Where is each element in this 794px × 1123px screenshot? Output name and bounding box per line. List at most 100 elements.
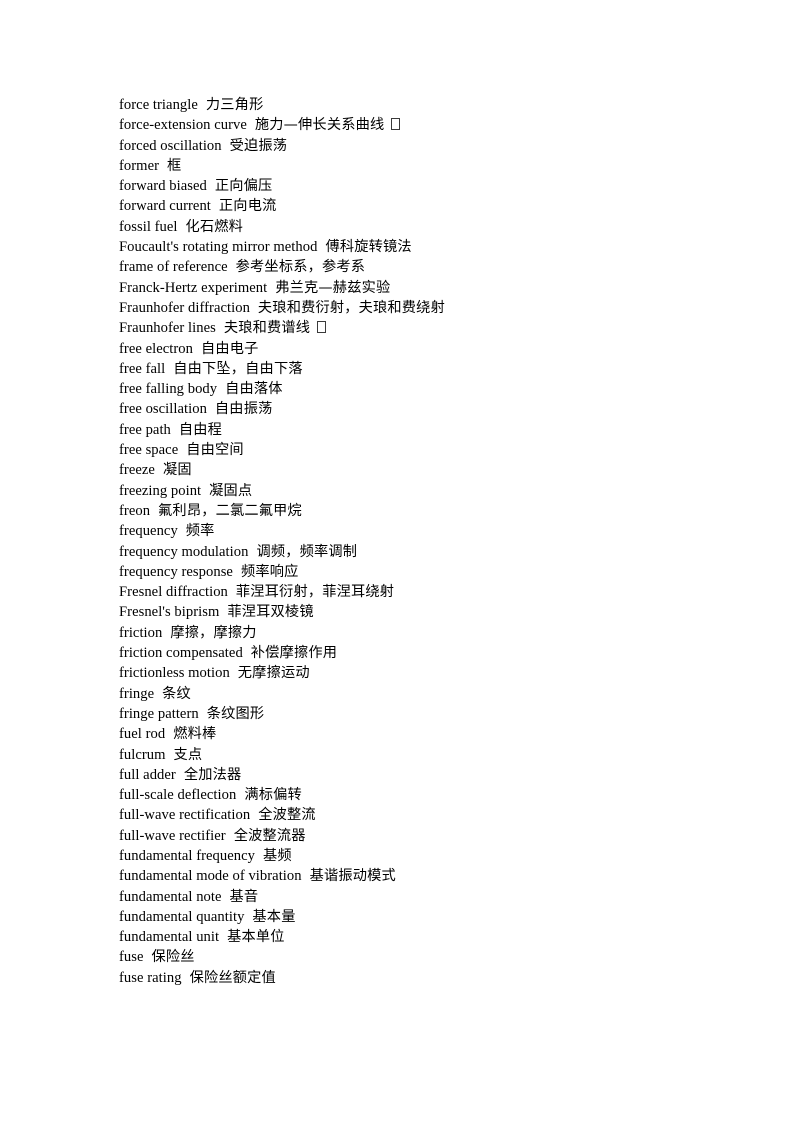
glossary-entry: friction 摩擦，摩擦力	[119, 623, 739, 643]
entry-term: free fall	[119, 360, 166, 377]
glossary-entry: free oscillation 自由振荡	[119, 399, 739, 419]
entry-translation: 菲涅耳双棱镜	[227, 604, 314, 621]
entry-term: full-scale deflection	[119, 787, 237, 804]
glossary-entry: fuse 保险丝	[119, 947, 739, 967]
glossary-entry: free path 自由程	[119, 420, 739, 440]
entry-translation: 基本单位	[227, 929, 285, 946]
glossary-entry: forward current 正向电流	[119, 196, 739, 216]
missing-glyph-box-icon	[391, 118, 401, 131]
glossary-entry: Fresnel diffraction 菲涅耳衍射，菲涅耳绕射	[119, 582, 739, 602]
glossary-entry: forced oscillation 受迫振荡	[119, 136, 739, 156]
glossary-entry: full-wave rectifier 全波整流器	[119, 826, 739, 846]
entry-term: fundamental unit	[119, 929, 220, 946]
entry-translation: 夫琅和费衍射，夫琅和费绕射	[257, 299, 445, 316]
glossary-entry: Franck-Hertz experiment 弗兰克—赫兹实验	[119, 278, 739, 298]
entry-term: fuel rod	[119, 726, 166, 743]
entry-term: force-extension curve	[119, 117, 247, 134]
entry-translation: 施力—伸长关系曲线	[254, 117, 385, 134]
entry-term: frictionless motion	[119, 665, 230, 682]
entry-term: fossil fuel	[119, 218, 178, 235]
entry-translation: 弗兰克—赫兹实验	[275, 279, 391, 296]
entry-translation: 调频，频率调制	[256, 543, 358, 560]
glossary-entry: force-extension curve 施力—伸长关系曲线	[119, 115, 739, 135]
glossary-entry: frictionless motion 无摩擦运动	[119, 663, 739, 683]
entry-translation: 无摩擦运动	[237, 665, 310, 682]
entry-term: fundamental quantity	[119, 908, 245, 925]
entry-translation: 力三角形	[205, 97, 264, 113]
entry-term: fulcrum	[119, 746, 166, 763]
glossary-entry: fundamental quantity 基本量	[119, 907, 739, 927]
glossary-entry: Fraunhofer lines 夫琅和费谱线	[119, 318, 739, 338]
entry-term: full-wave rectifier	[119, 827, 226, 844]
glossary-entry-list: force triangle 力三角形 force-extension curve 施…	[119, 95, 739, 988]
missing-glyph-box-icon	[317, 321, 327, 334]
glossary-entry: Foucault's rotating mirror method 傅科旋转镜法	[119, 237, 739, 257]
glossary-entry: former 框	[119, 156, 739, 176]
entry-translation: 化石燃料	[185, 218, 244, 235]
entry-translation: 保险丝	[151, 949, 195, 966]
entry-term: fringe pattern	[119, 705, 199, 722]
glossary-entry: friction compensated 补偿摩擦作用	[119, 643, 739, 663]
entry-translation: 凝固	[162, 462, 192, 479]
glossary-entry: frame of reference 参考坐标系，参考系	[119, 257, 739, 277]
glossary-entry: free electron 自由电子	[119, 339, 739, 359]
entry-translation: 自由电子	[200, 340, 259, 357]
entry-translation: 满标偏转	[244, 787, 302, 804]
entry-term: full-wave rectification	[119, 807, 251, 824]
entry-term: fringe	[119, 685, 155, 702]
entry-term: Franck-Hertz experiment	[119, 279, 268, 296]
glossary-entry: fundamental unit 基本单位	[119, 927, 739, 947]
glossary-entry: frequency response 频率响应	[119, 562, 739, 582]
entry-translation: 氟利昂，二氯二氟甲烷	[158, 502, 302, 519]
glossary-entry: fundamental mode of vibration 基谐振动模式	[119, 866, 739, 886]
entry-translation: 保险丝额定值	[189, 969, 276, 986]
entry-translation: 条纹图形	[206, 705, 265, 722]
entry-translation: 夫琅和费谱线	[223, 320, 311, 337]
entry-term: freeze	[119, 462, 155, 479]
glossary-entry: full-wave rectification 全波整流	[119, 805, 739, 825]
entry-term: free oscillation	[119, 401, 207, 418]
entry-term: frequency response	[119, 563, 233, 580]
glossary-entry: force triangle 力三角形	[119, 95, 739, 115]
entry-translation: 凝固点	[209, 482, 253, 499]
glossary-entry: fossil fuel 化石燃料	[119, 217, 739, 237]
glossary-entry: fundamental frequency 基频	[119, 846, 739, 866]
entry-term: free electron	[119, 340, 193, 357]
glossary-entry: Fresnel's biprism 菲涅耳双棱镜	[119, 602, 739, 622]
entry-translation: 补偿摩擦作用	[250, 645, 338, 662]
entry-translation: 菲涅耳衍射，菲涅耳绕射	[235, 584, 395, 601]
glossary-entry: full adder 全加法器	[119, 765, 739, 785]
entry-term: free space	[119, 442, 179, 459]
glossary-entry: freon 氟利昂，二氯二氟甲烷	[119, 501, 739, 521]
entry-translation: 频率	[185, 523, 215, 540]
entry-translation: 参考坐标系，参考系	[235, 259, 366, 276]
glossary-entry: freeze 凝固	[119, 460, 739, 480]
entry-term: force triangle	[119, 97, 198, 113]
entry-term: full adder	[119, 766, 176, 783]
entry-term: friction compensated	[119, 645, 243, 662]
entry-term: freon	[119, 502, 151, 519]
entry-term: friction	[119, 624, 163, 641]
entry-translation: 正向偏压	[214, 178, 273, 195]
entry-translation: 框	[167, 157, 182, 174]
entry-translation: 正向电流	[218, 198, 277, 215]
entry-translation: 基频	[262, 847, 292, 864]
glossary-entry: full-scale deflection 满标偏转	[119, 785, 739, 805]
entry-translation: 基音	[229, 888, 259, 905]
entry-term: forward current	[119, 198, 211, 215]
entry-translation: 全加法器	[183, 766, 242, 783]
entry-translation: 基谐振动模式	[309, 868, 396, 885]
glossary-entry: frequency 频率	[119, 521, 739, 541]
glossary-entry: freezing point 凝固点	[119, 481, 739, 501]
entry-term: fundamental frequency	[119, 847, 255, 864]
entry-term: free path	[119, 421, 171, 438]
glossary-entry: fuse rating 保险丝额定值	[119, 968, 739, 988]
entry-term: forward biased	[119, 178, 207, 195]
glossary-entry: free fall 自由下坠，自由下落	[119, 359, 739, 379]
entry-translation: 自由下坠，自由下落	[173, 360, 303, 377]
entry-translation: 自由振荡	[214, 401, 273, 418]
entry-translation: 自由空间	[186, 442, 244, 459]
glossary-entry: Fraunhofer diffraction 夫琅和费衍射，夫琅和费绕射	[119, 298, 739, 318]
glossary-entry: forward biased 正向偏压	[119, 176, 739, 196]
glossary-entry: free falling body 自由落体	[119, 379, 739, 399]
